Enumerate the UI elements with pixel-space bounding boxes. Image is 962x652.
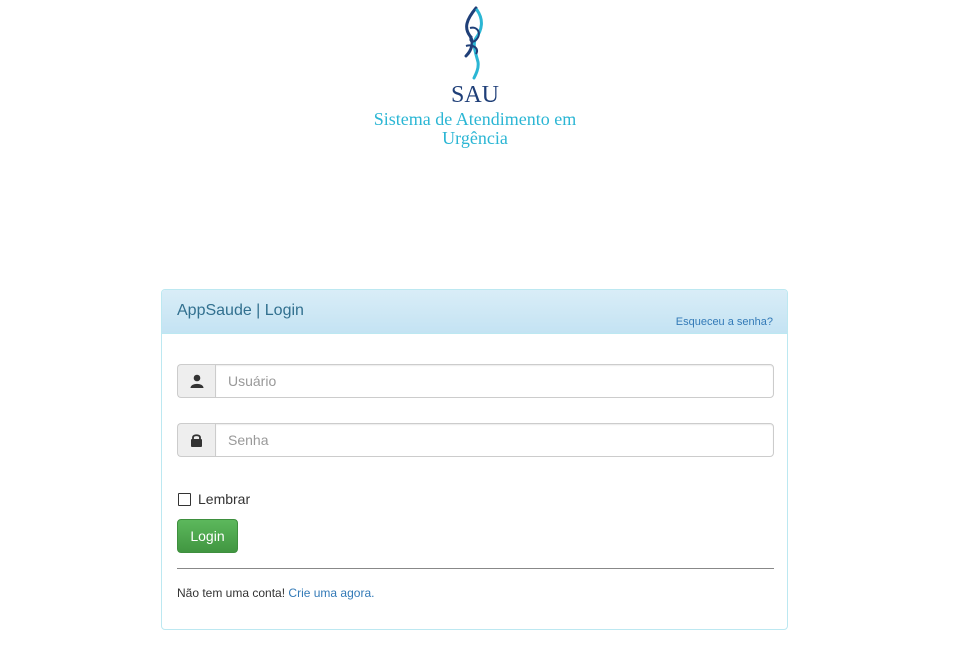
password-addon bbox=[177, 423, 215, 457]
signup-prompt: Não tem uma conta! Crie uma agora. bbox=[177, 586, 374, 600]
remember-option[interactable]: Lembrar bbox=[177, 491, 250, 507]
user-icon bbox=[190, 374, 203, 388]
caduceus-logo-icon bbox=[464, 6, 483, 80]
password-input[interactable] bbox=[215, 423, 774, 457]
password-input-group bbox=[177, 423, 774, 457]
panel-heading: AppSaude | Login Esqueceu a senha? bbox=[162, 290, 787, 334]
remember-label: Lembrar bbox=[198, 491, 251, 507]
username-addon bbox=[177, 364, 215, 398]
divider bbox=[177, 568, 774, 569]
login-button[interactable]: Login bbox=[177, 519, 238, 553]
signup-link[interactable]: Crie uma agora. bbox=[288, 586, 374, 600]
panel-title: AppSaude | Login bbox=[177, 302, 304, 319]
logo-abbrev: SAU bbox=[450, 82, 499, 108]
forgot-password-link[interactable]: Esqueceu a senha? bbox=[676, 316, 773, 328]
logo-subtitle-line2: Urgência bbox=[442, 128, 508, 148]
signup-text: Não tem uma conta! bbox=[177, 586, 286, 600]
sau-logo: SAU Sistema de Atendimento em Urgência bbox=[370, 6, 580, 148]
logo-subtitle-line1: Sistema de Atendimento em bbox=[373, 109, 577, 129]
login-panel: AppSaude | Login Esqueceu a senha? Usuár… bbox=[161, 289, 788, 630]
login-page: SAU Sistema de Atendimento em Urgência A… bbox=[0, 0, 962, 652]
remember-checkbox[interactable] bbox=[178, 492, 191, 506]
lock-icon bbox=[191, 434, 202, 447]
username-input[interactable] bbox=[215, 364, 774, 398]
username-input-group bbox=[177, 364, 774, 398]
